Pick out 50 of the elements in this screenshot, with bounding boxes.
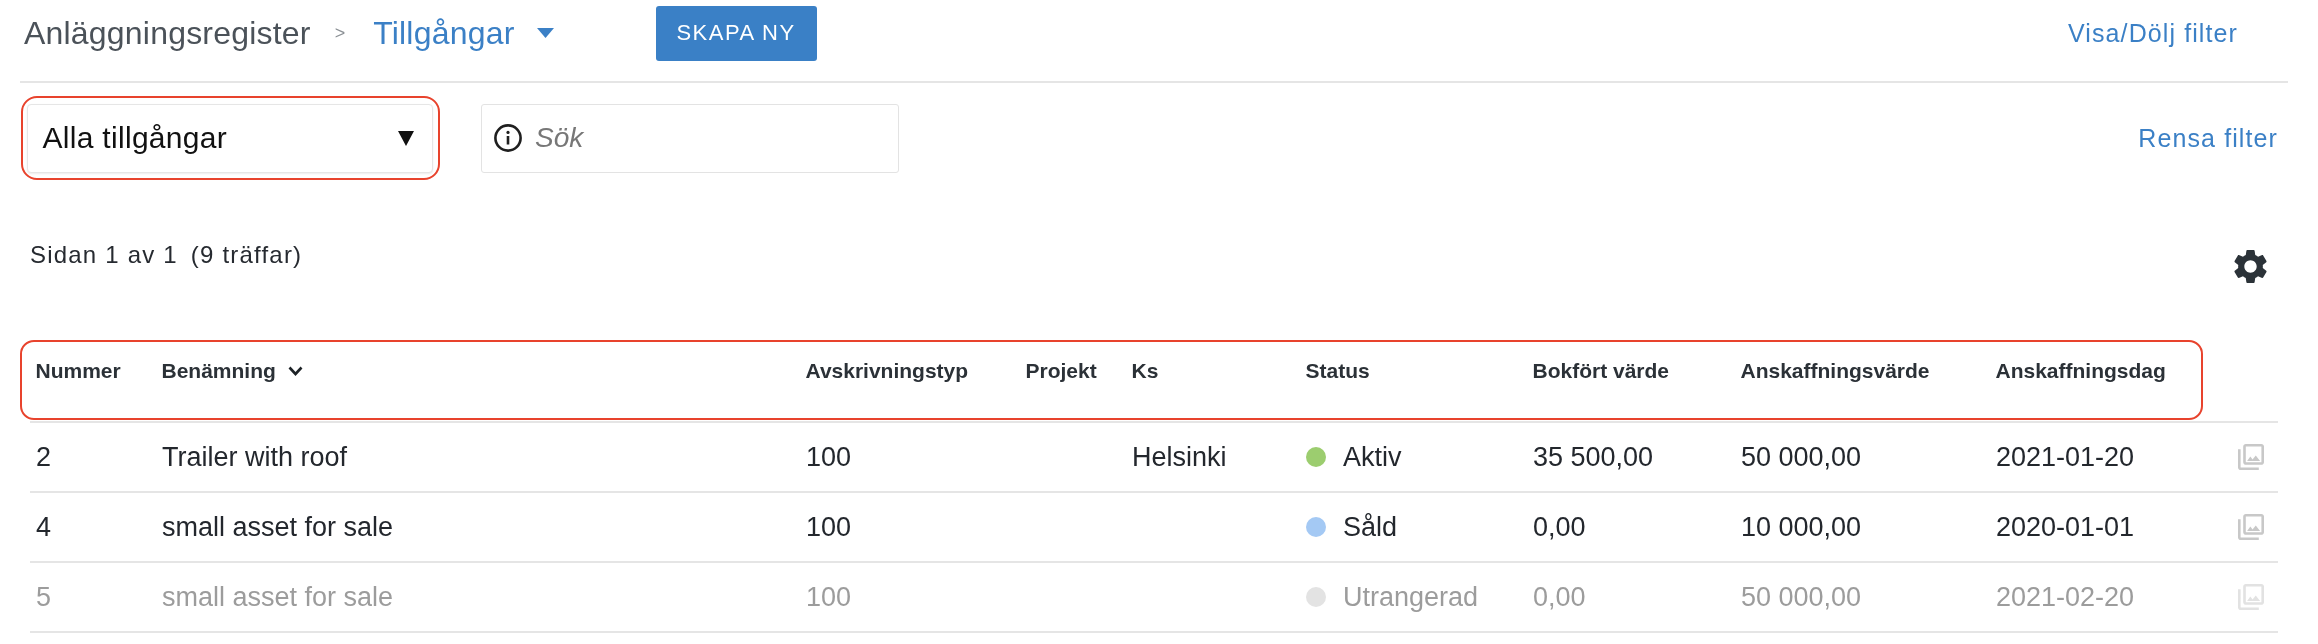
table-cell-text: 0,00 [1532,511,1586,543]
asset-select[interactable]: Alla tillgångar [26,103,433,173]
status-label: Aktiv [1343,441,1402,473]
column-header[interactable]: Bokfört värde [1526,359,1670,383]
table-cell-text: small asset for sale [161,511,394,543]
column-header[interactable]: Projekt [1019,359,1097,383]
table-cell-text: 2 [35,441,52,473]
table-cell-text: Helsinki [1131,441,1227,473]
column-header[interactable]: Anskaffningsdag [1989,359,2166,383]
column-header[interactable]: Benämning [155,359,303,383]
images-icon[interactable] [2238,514,2264,540]
images-icon[interactable] [2238,444,2264,470]
table-row[interactable]: 2 Trailer with roof 100 Helsinki Aktiv 35 500,00 50 000,00 2021-01-20 [30,423,2278,493]
caret-icon [536,28,554,38]
column-header[interactable]: Status [1299,359,1370,383]
create-button[interactable]: SKAPA NY [655,5,817,61]
table-cell-text: 50 000,00 [1740,581,1862,613]
breadcrumb-separator: > [334,22,346,44]
table-cell-text: Trailer with roof [161,441,348,473]
settings-icon[interactable] [2234,250,2267,283]
table-cell-text: 100 [805,581,852,613]
table-cell-text: 10 000,00 [1740,511,1862,543]
caret-icon [397,130,414,146]
table-cell-text: 2020-01-01 [1995,511,2135,543]
status-label: Såld [1343,511,1398,543]
clear-filter-link[interactable]: Rensa filter [2138,123,2278,153]
column-header[interactable]: Avskrivningstyp [799,359,969,383]
column-header[interactable]: Anskaffningsvärde [1734,359,1930,383]
search-field[interactable]: Sök [481,103,899,173]
table-row[interactable]: 4 small asset for sale 100 Såld 0,00 10 000,00 2020-01-01 [30,493,2278,563]
hit-count: (9 träffar) [190,240,303,270]
table-cell-text: 0,00 [1532,581,1586,613]
table-cell-text: small asset for sale [161,581,394,613]
column-header[interactable]: Nummer [29,359,121,383]
table-cell-text: 4 [35,511,52,543]
filter-toggle-link[interactable]: Visa/Dölj filter [2068,18,2238,48]
chevron-down-icon [287,366,303,376]
column-header[interactable]: Ks [1125,359,1159,383]
table-cell-text: 35 500,00 [1532,441,1654,473]
table-cell-text: 100 [805,511,852,543]
table-cell-text: 100 [805,441,852,473]
table-cell-text: 50 000,00 [1740,441,1862,473]
breadcrumb-link[interactable]: Anläggningsregister [24,14,311,52]
table-cell-text: 2021-01-20 [1995,441,2135,473]
page-info: Sidan 1 av 1 [30,240,178,270]
table-cell-text: 2021-02-20 [1995,581,2135,613]
status-label: Utrangerad [1343,581,1479,613]
section-dropdown[interactable]: Tillgångar [373,14,554,52]
info-icon [494,124,522,152]
table-cell-text: 5 [35,581,52,613]
